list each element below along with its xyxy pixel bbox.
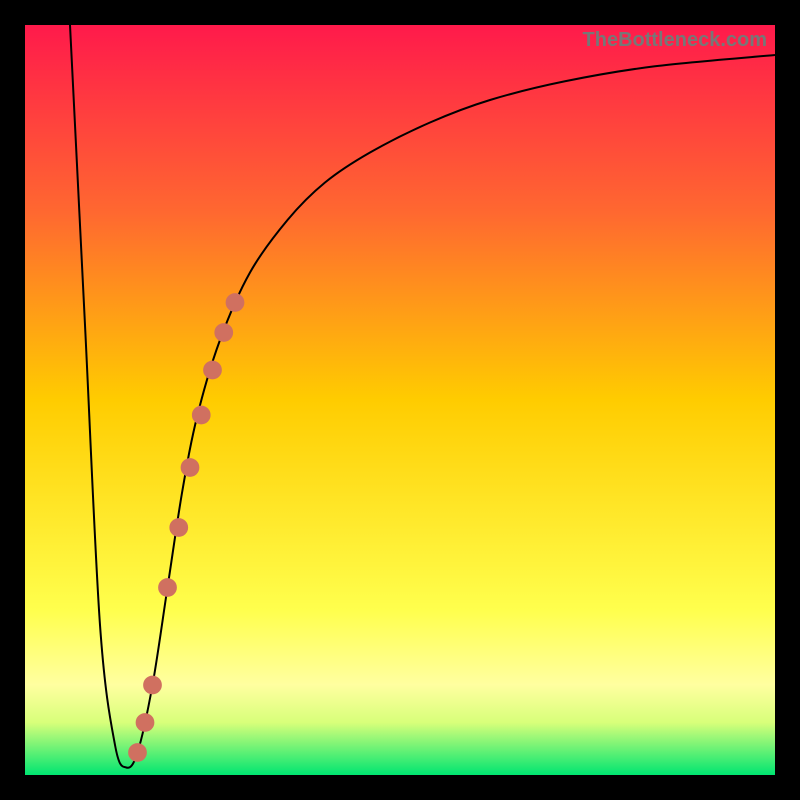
highlight-dot [203, 361, 222, 380]
curve-layer [25, 25, 775, 775]
bottleneck-curve [70, 25, 775, 768]
highlight-dot [158, 578, 177, 597]
plot-area: TheBottleneck.com [25, 25, 775, 775]
highlight-dots [128, 293, 244, 762]
chart-frame: TheBottleneck.com [0, 0, 800, 800]
highlight-dot [226, 293, 245, 312]
highlight-dot [181, 458, 200, 477]
highlight-dot [128, 743, 147, 762]
highlight-dot [143, 676, 162, 695]
highlight-dot [169, 518, 188, 537]
highlight-dot [136, 713, 155, 732]
highlight-dot [214, 323, 233, 342]
highlight-dot [192, 406, 211, 425]
watermark-text: TheBottleneck.com [583, 29, 767, 52]
